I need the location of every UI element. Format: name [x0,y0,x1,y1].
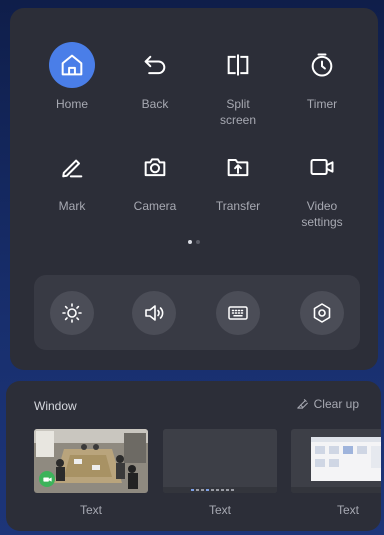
brightness-button[interactable] [50,291,94,335]
window-section-title: Window [34,399,77,413]
video-settings-button[interactable]: Video settings [276,144,368,230]
quick-settings-bar [34,275,360,350]
volume-button[interactable] [132,291,176,335]
broom-icon [296,398,308,409]
timer-icon [299,42,345,88]
split-screen-label: Split screen [219,97,257,127]
clear-up-button[interactable]: Clear up [296,397,359,411]
mark-button[interactable]: Mark [26,144,118,214]
timer-button[interactable]: Timer [276,42,368,112]
shortcut-grid: Home Back Split screen Timer Mark Camera… [10,8,378,248]
brightness-icon [62,303,82,323]
mark-label: Mark [58,199,86,213]
page-indicator[interactable] [10,240,378,246]
home-button[interactable]: Home [26,42,118,112]
home-icon [49,42,95,88]
camera-label: Camera [133,199,177,213]
camera-icon [132,144,178,190]
settings-button[interactable] [300,291,344,335]
keyboard-icon [228,306,248,320]
window-thumb-label: Text [79,503,102,517]
page-dot-1[interactable] [188,240,192,244]
transfer-button[interactable]: Transfer [192,144,284,214]
file-browser-thumbnail [291,429,381,493]
desktop-thumbnail [163,429,277,493]
page-dot-2[interactable] [196,240,200,244]
transfer-label: Transfer [215,199,261,213]
keyboard-button[interactable] [216,291,260,335]
timer-label: Timer [306,97,338,111]
back-label: Back [141,97,169,111]
back-button[interactable]: Back [109,42,201,112]
window-thumb-files[interactable] [291,429,381,493]
back-icon [132,42,178,88]
split-screen-button[interactable]: Split screen [192,42,284,128]
home-label: Home [55,97,88,111]
screen-background: Home Back Split screen Timer Mark Camera… [0,0,384,535]
volume-icon [145,305,164,321]
window-thumb-meeting[interactable] [34,429,148,493]
clear-up-label: Clear up [313,397,359,411]
upload-icon [215,144,261,190]
control-panel: Home Back Split screen Timer Mark Camera… [10,8,378,370]
video-camera-icon [299,144,345,190]
settings-icon [313,303,331,323]
split-screen-icon [215,42,261,88]
video-badge-icon [39,471,55,487]
window-thumb-label: Text [336,503,359,517]
camera-button[interactable]: Camera [109,144,201,214]
window-thumb-label: Text [208,503,231,517]
window-thumb-desktop[interactable] [163,429,277,493]
recent-windows-panel: Window Clear up Text Text Text [6,381,381,531]
pen-icon [49,144,95,190]
video-settings-label: Video settings [301,199,343,229]
